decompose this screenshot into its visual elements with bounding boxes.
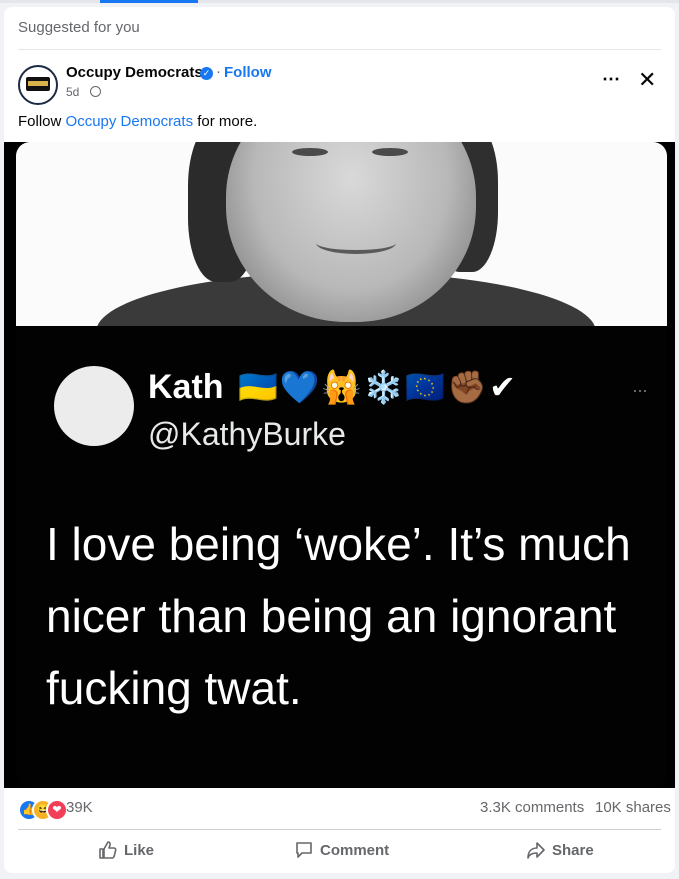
comments-count[interactable]: 3.3K comments — [480, 799, 584, 816]
thumbs-up-icon — [99, 841, 117, 859]
tweet-text: I love being ‘woke’. It’s much nicer tha… — [46, 518, 631, 714]
globe-icon — [90, 86, 101, 97]
post-actions: Like Comment Share — [4, 833, 675, 867]
love-reaction-icon: ❤ — [46, 799, 68, 821]
share-button[interactable]: Share — [526, 833, 594, 867]
comment-button[interactable]: Comment — [294, 833, 389, 867]
follow-separator: · — [216, 63, 221, 80]
post-time[interactable]: 5d — [66, 85, 79, 99]
caption-prefix: Follow — [18, 113, 62, 130]
follow-button[interactable]: Follow — [224, 64, 272, 81]
tweet-handle: @KathyBurke — [148, 416, 346, 452]
page-avatar[interactable] — [18, 65, 58, 105]
like-button[interactable]: Like — [98, 833, 154, 867]
post-image[interactable]: Kath 🇺🇦💙🙀❄️🇪🇺✊🏾✔ @KathyBurke ··· I love … — [4, 142, 675, 788]
like-label: Like — [124, 841, 155, 859]
tweet-more-icon: ··· — [632, 380, 648, 400]
more-options-icon[interactable]: ⋯ — [602, 69, 620, 90]
page-name[interactable]: Occupy Democrats — [66, 64, 203, 81]
caption-suffix: for more. — [197, 113, 258, 130]
page-logo-icon — [26, 77, 50, 91]
share-icon — [527, 842, 545, 859]
actions-divider — [18, 829, 661, 830]
tweet-author-name: Kath — [148, 368, 224, 406]
engagement-stats: 👍 😆 ❤ 39K 3.3K comments 10K shares — [4, 788, 675, 828]
tweet-name-emojis: 🇺🇦💙🙀❄️🇪🇺✊🏾✔ — [238, 369, 518, 405]
tweet-screenshot: Kath 🇺🇦💙🙀❄️🇪🇺✊🏾✔ @KathyBurke ··· I love … — [16, 326, 667, 788]
comment-icon — [296, 842, 312, 858]
shares-count[interactable]: 10K shares — [595, 799, 671, 816]
caption-page-link[interactable]: Occupy Democrats — [66, 113, 194, 130]
verified-badge-icon: ✓ — [200, 67, 213, 80]
tweet-avatar — [54, 366, 134, 446]
portrait-photo — [16, 142, 667, 326]
post-caption: Follow Occupy Democrats for more. — [18, 113, 257, 130]
post-card: Suggested for you Occupy Democrats ✓ · F… — [4, 7, 675, 873]
header-divider — [18, 49, 661, 50]
share-label: Share — [552, 841, 594, 859]
suggested-label: Suggested for you — [18, 19, 140, 36]
active-tab-indicator — [100, 0, 198, 3]
comment-label: Comment — [320, 841, 390, 859]
reactions-count[interactable]: 39K — [66, 799, 93, 816]
close-icon[interactable]: ✕ — [638, 67, 656, 93]
top-tab-strip — [0, 0, 679, 3]
